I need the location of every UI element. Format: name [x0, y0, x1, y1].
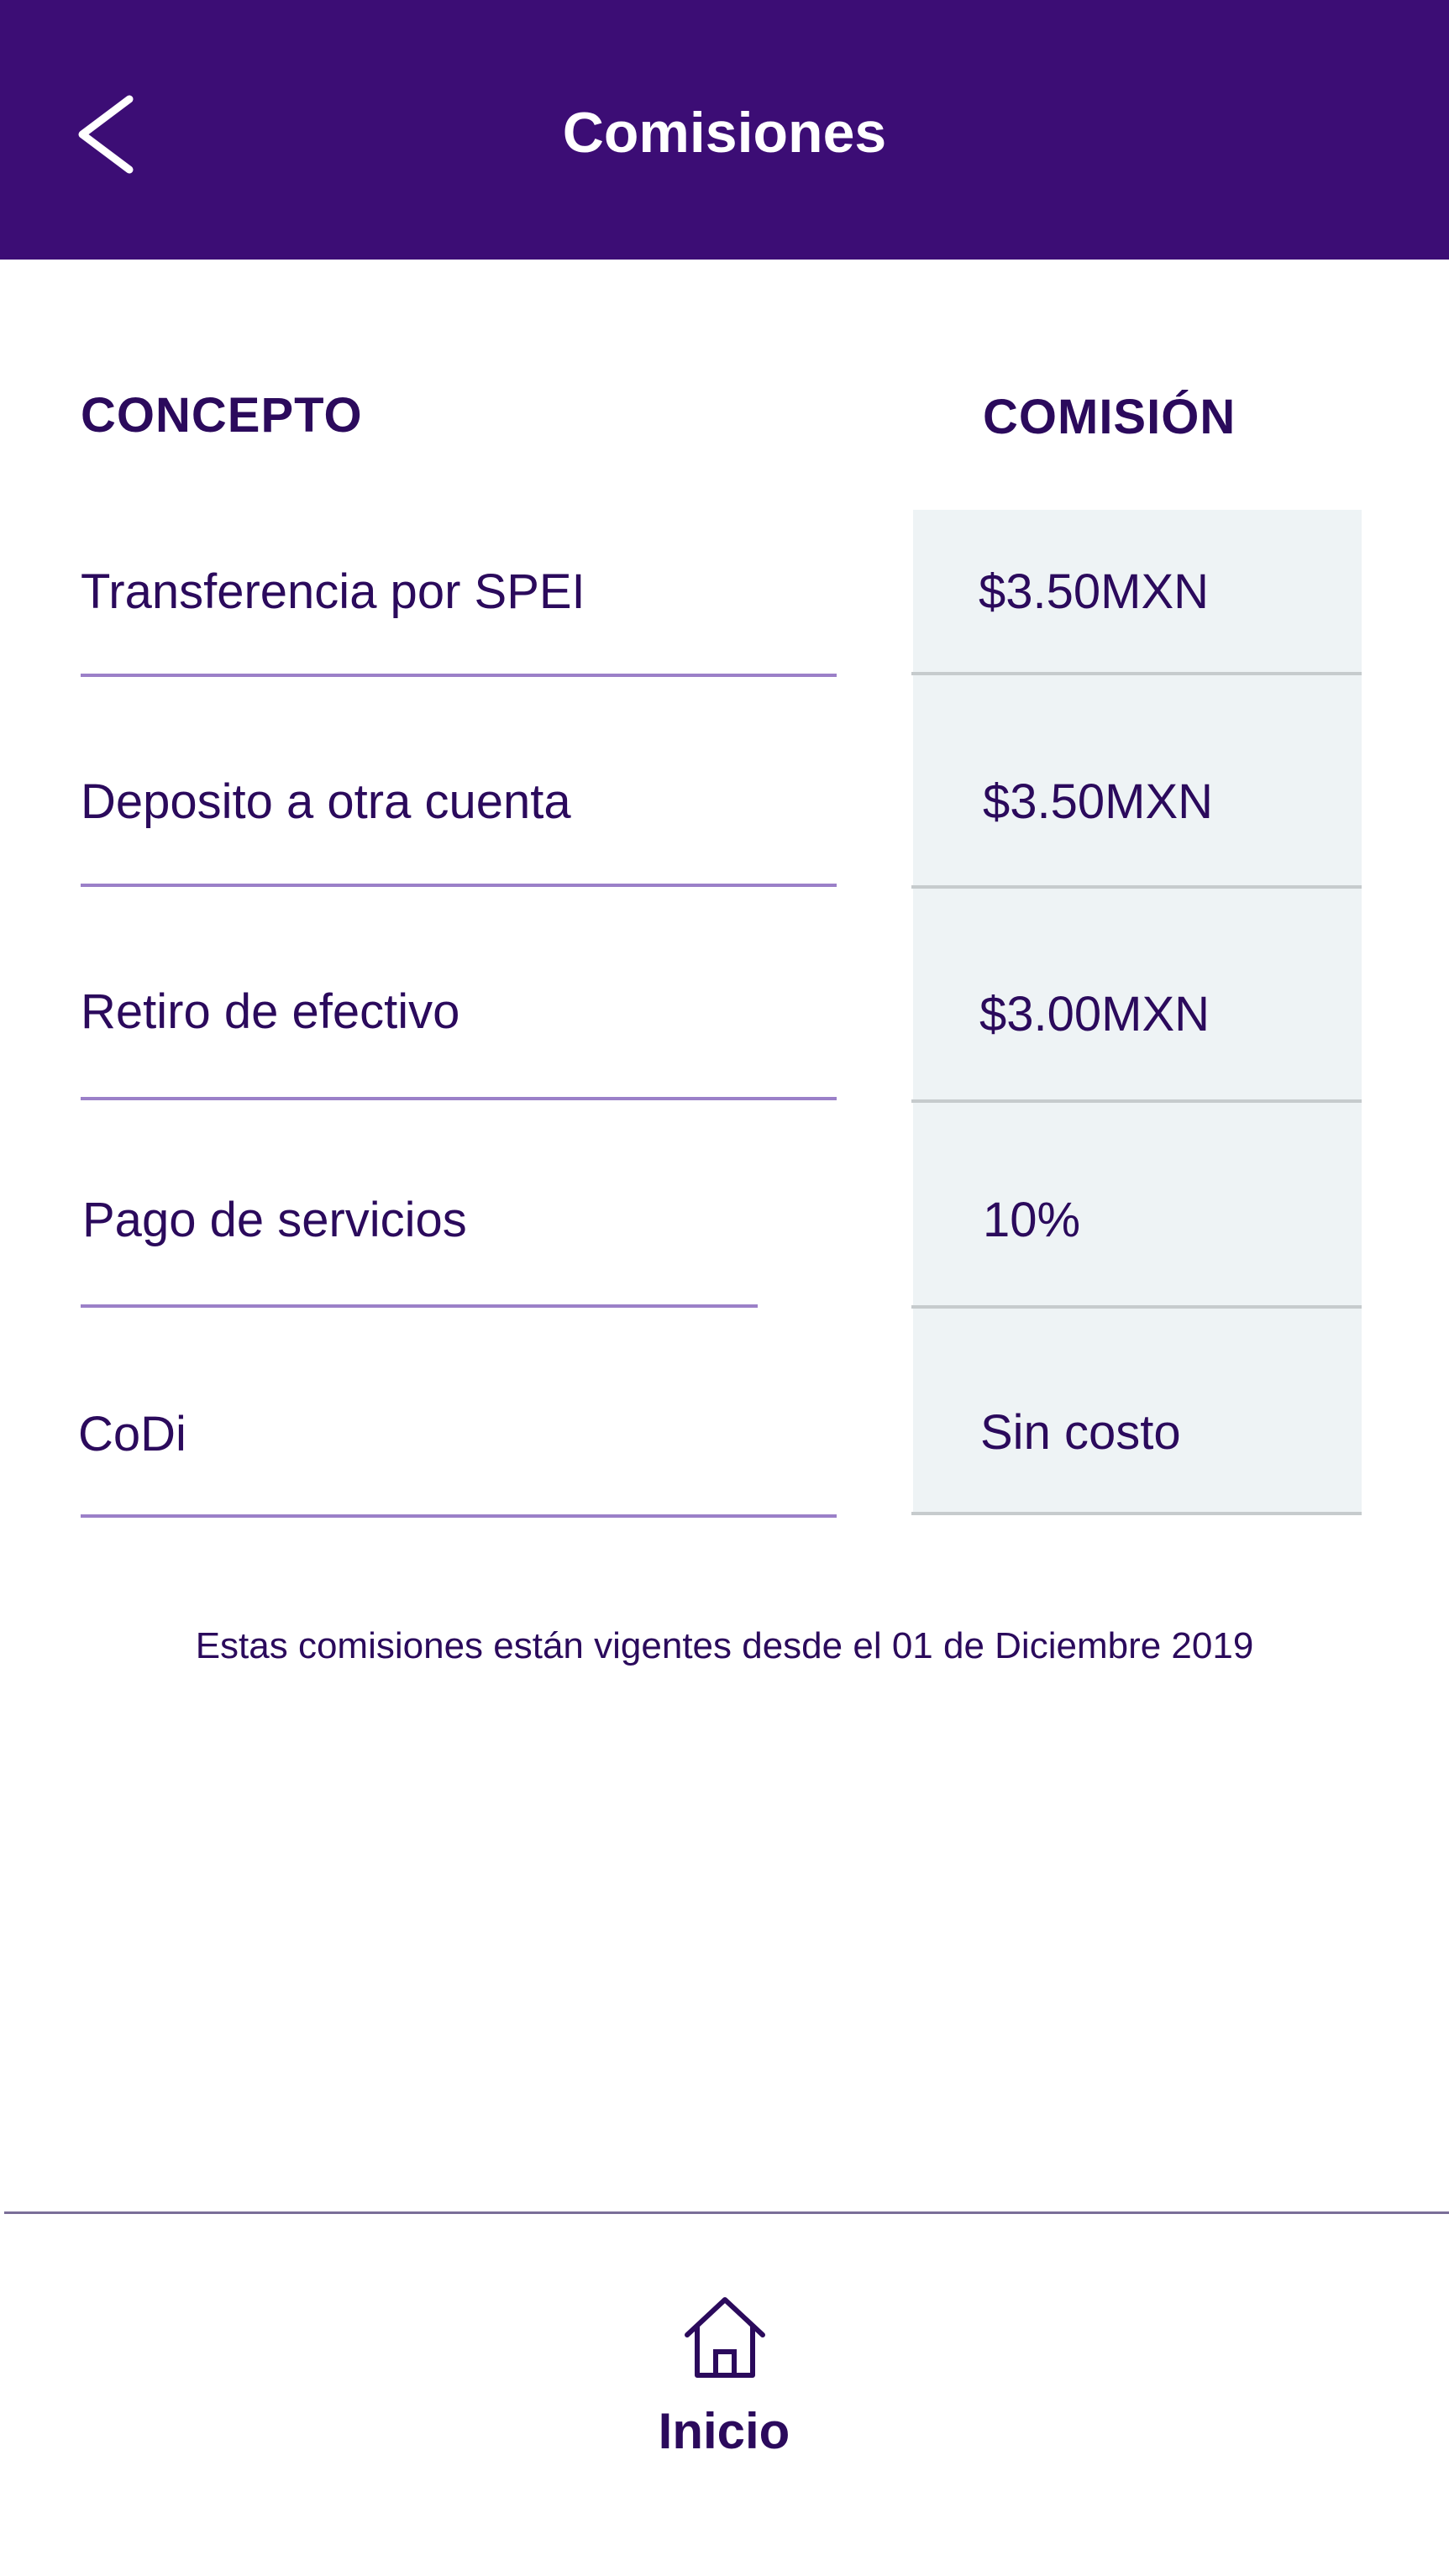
- column-header-concept: CONCEPTO: [81, 388, 363, 443]
- row-divider: [81, 1514, 837, 1518]
- row-divider: [81, 1304, 758, 1308]
- row-divider: [81, 1097, 837, 1100]
- fee-value: $3.00MXN: [979, 987, 1210, 1041]
- concept-label: Transferencia por SPEI: [81, 564, 585, 619]
- fee-value: $3.50MXN: [983, 774, 1214, 829]
- fee-value: 10%: [983, 1193, 1081, 1247]
- fee-divider: [911, 1099, 1362, 1103]
- fee-divider: [911, 885, 1362, 889]
- fee-divider: [911, 672, 1362, 675]
- page-title: Comisiones: [562, 101, 887, 165]
- fee-divider: [911, 1305, 1362, 1309]
- row-divider: [81, 674, 837, 677]
- validity-note: Estas comisiones están vigentes desde el…: [195, 1625, 1254, 1666]
- home-icon: [685, 2297, 765, 2378]
- row-divider: [81, 884, 837, 887]
- concept-label: Deposito a otra cuenta: [81, 774, 571, 829]
- fee-value: $3.50MXN: [979, 564, 1210, 619]
- concept-label: Retiro de efectivo: [81, 984, 460, 1039]
- tab-home-label: Inicio: [658, 2403, 790, 2459]
- app-header: Comisiones: [0, 0, 1449, 260]
- concept-label: CoDi: [78, 1407, 186, 1461]
- concept-label: Pago de servicios: [82, 1193, 467, 1247]
- fee-value: Sin costo: [980, 1405, 1181, 1460]
- tabbar-divider: [4, 2211, 1449, 2214]
- column-header-fee: COMISIÓN: [983, 390, 1236, 444]
- tab-home[interactable]: Inicio: [598, 2293, 850, 2478]
- fee-divider: [911, 1512, 1362, 1515]
